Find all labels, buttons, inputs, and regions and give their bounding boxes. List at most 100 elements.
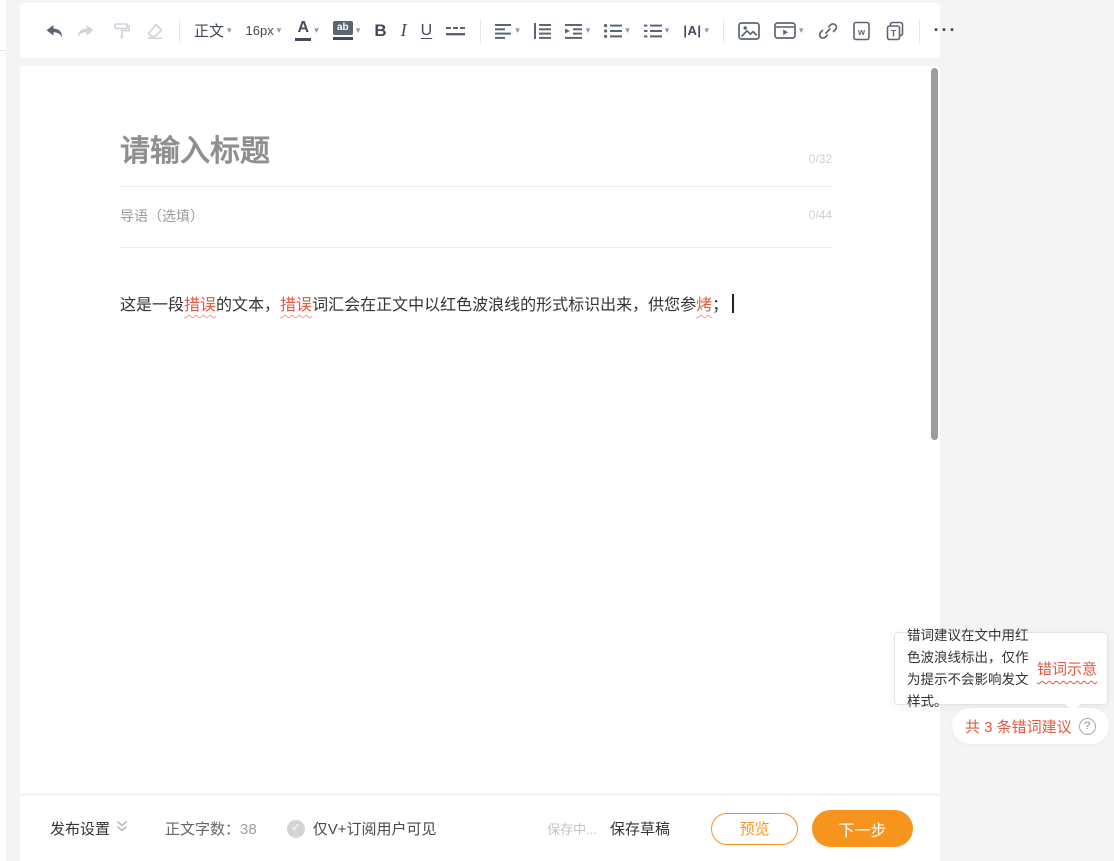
- word-count-label: 正文字数：: [165, 821, 240, 838]
- eraser-button[interactable]: [138, 12, 172, 50]
- chevron-down-icon: ▾: [277, 26, 282, 35]
- preview-button[interactable]: 预览: [711, 813, 798, 845]
- chevron-down-icon: ▾: [515, 26, 520, 35]
- format-painter-icon: [111, 21, 131, 41]
- insert-link-button[interactable]: [811, 12, 845, 50]
- divider-line-icon: [446, 22, 466, 40]
- error-count-label: 共 3 条错词建议: [965, 716, 1072, 737]
- summary-input[interactable]: 导语（选填）: [120, 206, 204, 226]
- italic-icon: I: [401, 20, 407, 41]
- format-painter-button[interactable]: [104, 12, 138, 50]
- chevron-down-icon: ▾: [227, 26, 232, 35]
- check-icon: ✓: [287, 820, 305, 838]
- indent-icon: [565, 23, 583, 39]
- toolbar-separator: [723, 19, 724, 43]
- undo-icon: [43, 21, 63, 41]
- error-word[interactable]: 烤: [696, 297, 712, 314]
- svg-text:T: T: [890, 28, 896, 38]
- title-input[interactable]: 请输入标题: [120, 126, 270, 170]
- chevron-down-icon: ▾: [625, 26, 630, 35]
- chevron-down-icon: ▾: [704, 26, 709, 35]
- error-word[interactable]: 措误: [280, 297, 312, 314]
- font-size-label: 16px: [246, 23, 274, 38]
- formatting-toolbar: 正文 ▾ 16px ▾ A ▾ ab ▾ B I U: [20, 3, 940, 58]
- bold-icon: B: [374, 21, 386, 41]
- vertical-scrollbar[interactable]: [931, 68, 938, 440]
- collapsed-side-panel: [0, 0, 6, 861]
- word-count-value: 38: [240, 821, 257, 838]
- insert-video-dropdown[interactable]: ▾: [767, 12, 811, 50]
- error-suggestion-badge[interactable]: 共 3 条错词建议 ?: [952, 708, 1109, 744]
- publish-settings-label: 发布设置: [50, 818, 110, 839]
- chevron-down-icon: ▾: [665, 26, 670, 35]
- ordered-list-dropdown[interactable]: ▾: [637, 12, 677, 50]
- next-step-button[interactable]: 下一步: [812, 810, 913, 847]
- field-divider: [120, 186, 832, 187]
- saving-status: 保存中...: [547, 819, 597, 838]
- visibility-setting[interactable]: ✓ 仅V+订阅用户可见: [287, 818, 437, 839]
- import-word-button[interactable]: w: [845, 12, 878, 50]
- body-text-editor[interactable]: 这是一段措误的文本，措误词汇会在正文中以红色波浪线的形式标识出来，供您参烤；: [120, 294, 800, 318]
- editor-sheet: 请输入标题 0/32 导语（选填） 0/44 这是一段措误的文本，措误词汇会在正…: [20, 66, 940, 793]
- visibility-label: 仅V+订阅用户可见: [313, 818, 437, 839]
- insert-image-button[interactable]: [731, 12, 767, 50]
- bullet-list-icon: [604, 23, 622, 39]
- chevron-down-icon: ▾: [356, 26, 361, 35]
- publish-settings-toggle[interactable]: 发布设置: [50, 818, 128, 839]
- paste-text-button[interactable]: T: [878, 12, 912, 50]
- word-document-icon: w: [852, 21, 871, 41]
- toolbar-separator: [179, 19, 180, 43]
- paragraph-style-dropdown[interactable]: 正文 ▾: [187, 12, 239, 50]
- title-char-counter: 0/32: [809, 152, 832, 166]
- align-dropdown[interactable]: ▾: [488, 12, 527, 50]
- word-count: 正文字数：38: [165, 818, 257, 839]
- svg-text:w: w: [857, 27, 866, 37]
- bullet-list-dropdown[interactable]: ▾: [597, 12, 637, 50]
- highlight-color-dropdown[interactable]: ab ▾: [326, 12, 368, 50]
- align-left-icon: [495, 23, 512, 39]
- editor-app: 正文 ▾ 16px ▾ A ▾ ab ▾ B I U: [0, 0, 1114, 861]
- indent-dropdown[interactable]: ▾: [558, 12, 598, 50]
- body-text-segment: 这是一段: [120, 297, 184, 314]
- toolbar-separator: [480, 19, 481, 43]
- field-divider: [120, 247, 832, 248]
- line-height-button[interactable]: [527, 12, 558, 50]
- body-text-segment: ；: [712, 297, 728, 314]
- error-word[interactable]: 措误: [184, 297, 216, 314]
- italic-button[interactable]: I: [394, 12, 414, 50]
- bold-button[interactable]: B: [367, 12, 393, 50]
- save-draft-button[interactable]: 保存草稿: [610, 818, 670, 839]
- error-example-link[interactable]: 错词示意: [1037, 658, 1097, 679]
- footer-bar: 发布设置 正文字数：38 ✓ 仅V+订阅用户可见 保存中... 保存草稿 预览 …: [20, 796, 940, 861]
- tooltip-text: 错词建议在文中用红色波浪线标出，仅作为提示不会影响发文样式。: [907, 625, 1033, 713]
- side-panel-divider: [0, 50, 6, 51]
- chevron-down-icon: ▾: [586, 26, 591, 35]
- link-icon: [818, 21, 838, 41]
- undo-button[interactable]: [36, 12, 70, 50]
- more-options-button[interactable]: ···: [927, 12, 965, 50]
- toolbar-separator: [919, 19, 920, 43]
- font-size-dropdown[interactable]: 16px ▾: [239, 12, 289, 50]
- text-caret: [732, 294, 734, 313]
- body-text-segment: 的文本，: [216, 297, 280, 314]
- line-height-icon: [534, 23, 551, 39]
- video-icon: [774, 22, 796, 39]
- body-text-segment: 词汇会在正文中以红色波浪线的形式标识出来，供您参: [312, 297, 696, 314]
- divider-line-button[interactable]: [439, 12, 473, 50]
- help-icon[interactable]: ?: [1079, 718, 1096, 735]
- highlight-icon: ab: [333, 21, 353, 40]
- chevron-down-icon: ▾: [799, 26, 804, 35]
- image-icon: [738, 22, 760, 40]
- underline-icon: U: [421, 22, 433, 40]
- double-chevron-down-icon: [116, 820, 128, 837]
- error-suggestion-tooltip: 错词建议在文中用红色波浪线标出，仅作为提示不会影响发文样式。 错词示意: [894, 632, 1108, 705]
- redo-icon: [77, 21, 97, 41]
- chevron-down-icon: ▾: [314, 26, 319, 35]
- more-icon: ···: [934, 20, 958, 41]
- letter-spacing-dropdown[interactable]: |A| ▾: [676, 12, 716, 50]
- ordered-list-icon: [644, 23, 662, 39]
- text-color-dropdown[interactable]: A ▾: [288, 12, 326, 50]
- paragraph-style-label: 正文: [194, 20, 224, 41]
- underline-button[interactable]: U: [414, 12, 440, 50]
- redo-button[interactable]: [70, 12, 104, 50]
